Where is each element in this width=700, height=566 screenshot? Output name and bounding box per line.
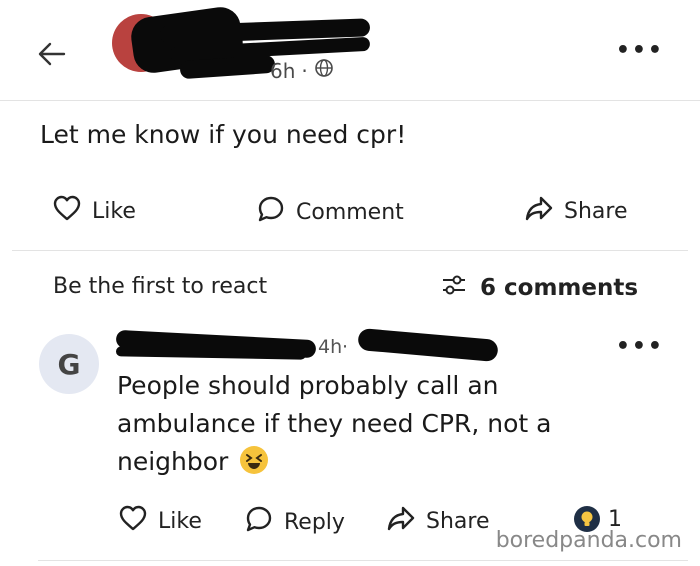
post-time: 6h	[270, 58, 296, 83]
commenter-avatar[interactable]: G	[39, 334, 99, 394]
post-text: Let me know if you need cpr!	[40, 120, 407, 149]
sort-filter-icon	[440, 272, 468, 304]
comments-count: 6 comments	[480, 275, 639, 301]
reactions-summary: Be the first to react	[53, 274, 268, 299]
redaction-mark	[357, 327, 499, 363]
heart-icon	[118, 504, 148, 538]
comment-time: 4h	[318, 336, 343, 358]
comment-reply-label: Reply	[284, 509, 345, 535]
share-arrow-icon	[386, 504, 416, 538]
comment-share-label: Share	[426, 508, 490, 534]
watermark: boredpanda.com	[495, 528, 682, 553]
redaction-mark	[115, 346, 307, 360]
post-more-options-icon[interactable]: •••	[616, 38, 664, 63]
comment-bubble-icon	[256, 194, 286, 230]
meta-dot: ·	[301, 58, 308, 83]
comment-share-button[interactable]: Share	[386, 504, 490, 538]
comment-label: Comment	[296, 199, 404, 225]
grinning-squint-emoji-icon	[240, 446, 269, 474]
globe-icon	[314, 58, 334, 83]
bottom-divider	[38, 560, 688, 561]
like-button[interactable]: Like	[52, 194, 136, 228]
comment-reply-button[interactable]: Reply	[244, 504, 345, 540]
back-arrow-icon[interactable]	[34, 36, 70, 72]
heart-icon	[52, 194, 82, 228]
share-button[interactable]: Share	[524, 194, 628, 228]
comments-sort-button[interactable]: 6 comments	[440, 272, 638, 304]
comment-button[interactable]: Comment	[256, 194, 404, 230]
comment-body: People should probably call an ambulance…	[117, 371, 552, 476]
comment-like-button[interactable]: Like	[118, 504, 202, 538]
post-meta: 6h ·	[270, 58, 334, 83]
header-divider	[0, 100, 700, 101]
comment-like-label: Like	[158, 508, 202, 534]
comment-more-options-icon[interactable]: •••	[616, 334, 664, 359]
post-header: 6h · •••	[0, 0, 700, 100]
share-label: Share	[564, 198, 628, 224]
comment-meta-dot: ·	[342, 336, 349, 358]
reply-bubble-icon	[244, 504, 274, 540]
comment-text: People should probably call an ambulance…	[117, 367, 587, 481]
actions-divider	[12, 250, 688, 251]
like-label: Like	[92, 198, 136, 224]
share-arrow-icon	[524, 194, 554, 228]
